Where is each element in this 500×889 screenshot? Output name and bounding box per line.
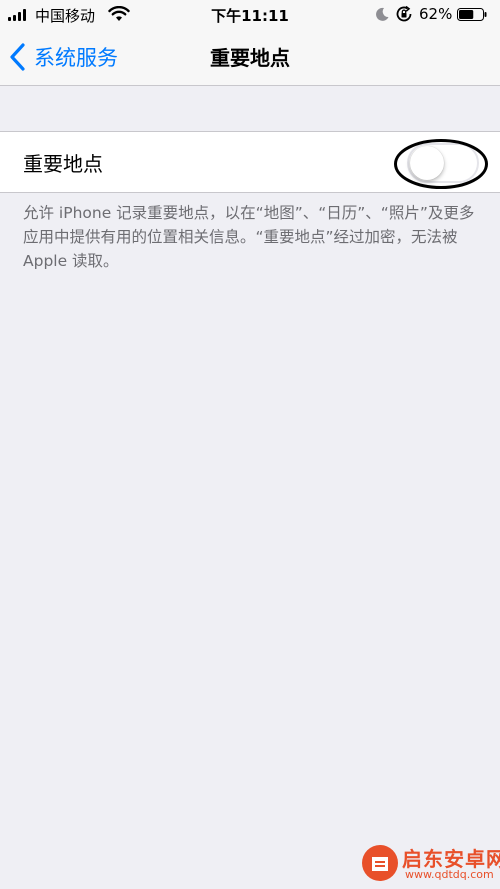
battery-level-fill bbox=[459, 10, 474, 19]
significant-locations-toggle[interactable] bbox=[407, 143, 479, 183]
battery-icon bbox=[457, 8, 487, 21]
toggle-knob bbox=[410, 146, 444, 180]
watermark: 启东安卓网 www.qdtdq.com bbox=[360, 835, 500, 889]
setting-label: 重要地点 bbox=[23, 152, 103, 176]
status-bar: 中国移动 下午11:11 62% bbox=[0, 0, 500, 30]
watermark-logo-icon bbox=[362, 845, 398, 881]
navigation-bar: 系统服务 重要地点 bbox=[0, 30, 500, 86]
rotation-lock-icon bbox=[396, 5, 412, 22]
setting-description: 允许 iPhone 记录重要地点，以在“地图”、“日历”、“照片”及更多应用中提… bbox=[23, 204, 475, 270]
watermark-url: www.qdtdq.com bbox=[405, 868, 494, 881]
page-title: 重要地点 bbox=[210, 46, 290, 70]
do-not-disturb-moon-icon bbox=[376, 7, 389, 21]
battery-percent: 62% bbox=[419, 5, 453, 23]
